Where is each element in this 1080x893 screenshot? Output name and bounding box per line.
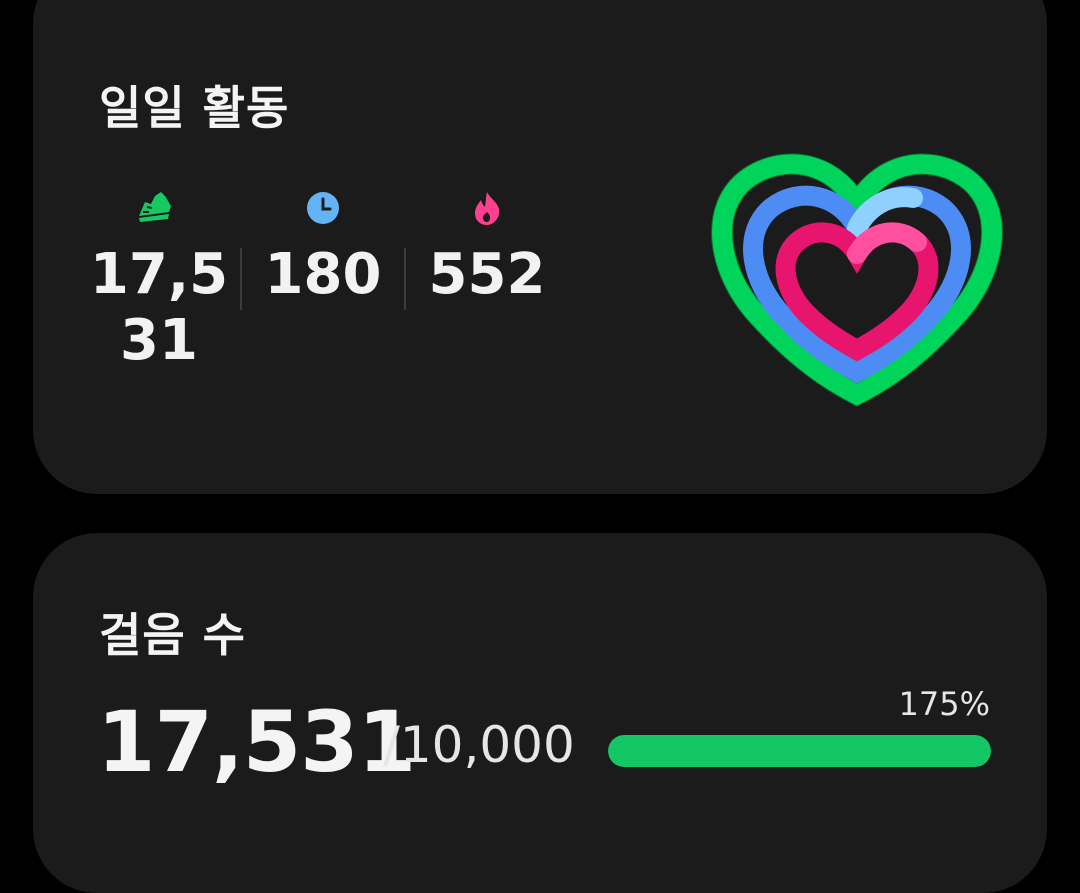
activity-heart-rings	[711, 153, 1003, 407]
shoe-icon	[139, 192, 171, 222]
steps-percent: 175%	[898, 685, 990, 723]
steps-goal: /10,000	[383, 716, 575, 774]
inner-ring-highlight	[847, 222, 927, 264]
metric-divider	[404, 248, 406, 310]
metric-calories-value: 552	[428, 242, 546, 307]
steps-progress-fill	[608, 735, 991, 767]
flame-icon	[475, 192, 500, 225]
steps-title: 걸음 수	[99, 608, 246, 662]
clock-icon	[307, 192, 339, 224]
daily-activity-card[interactable]: 일일 활동 17,531 180 552	[33, 0, 1047, 494]
metric-divider	[240, 248, 242, 310]
steps-progress-bar	[608, 735, 991, 767]
metric-active-time-value: 180	[264, 242, 382, 307]
daily-activity-title: 일일 활동	[99, 81, 290, 135]
steps-count: 17,531	[97, 693, 416, 791]
metric-steps-value: 17,531	[89, 242, 229, 373]
steps-card[interactable]: 걸음 수 17,531 /10,000 175%	[33, 533, 1047, 893]
